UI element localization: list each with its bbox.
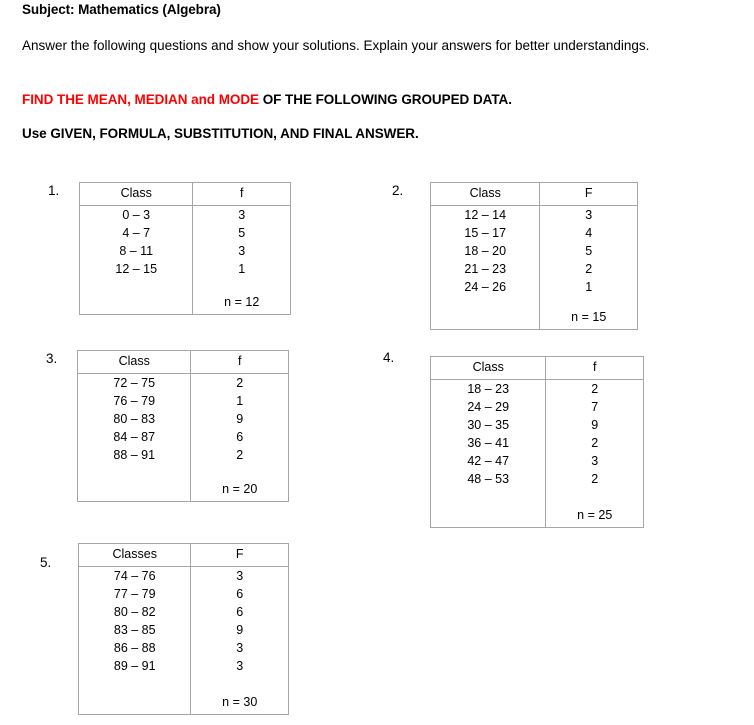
table-3-class-cells: 72 – 75 76 – 79 80 – 83 84 – 87 88 – 91 xyxy=(78,374,190,501)
table-5-header-class: Classes xyxy=(79,544,191,567)
table-row: 6 xyxy=(236,429,244,444)
table-row: 21 – 23 xyxy=(464,261,507,276)
subject-heading: Subject: Mathematics (Algebra) xyxy=(22,2,221,17)
table-row: 76 – 79 xyxy=(113,393,156,408)
table-row: 42 – 47 xyxy=(467,453,510,468)
table-2-freq-cells: 3 4 5 2 1 n = 15 xyxy=(540,206,637,329)
table-row: 5 xyxy=(585,243,593,258)
table-row: 4 – 7 xyxy=(122,225,151,240)
table-row: 0 – 3 xyxy=(122,207,151,222)
table-row: 80 – 83 xyxy=(113,411,156,426)
table-row: 9 xyxy=(236,622,244,637)
table-row: 5 xyxy=(238,225,246,240)
table-row: 9 xyxy=(591,417,599,432)
table-row: 88 – 91 xyxy=(113,447,156,462)
table-row: 74 – 76 xyxy=(113,568,156,583)
table-1-header-freq: f xyxy=(193,183,290,206)
question-number-1: 1. xyxy=(48,183,60,198)
table-4-header-freq: f xyxy=(546,357,643,380)
find-directive-highlight: FIND THE MEAN, MEDIAN and MODE xyxy=(22,92,259,107)
table-row: 3 xyxy=(236,640,244,655)
table-2-header-class: Class xyxy=(431,183,540,206)
table-4-header-class: Class xyxy=(431,357,546,380)
table-row: 48 – 53 xyxy=(467,471,510,486)
use-directive: Use GIVEN, FORMULA, SUBSTITUTION, AND FI… xyxy=(22,126,419,141)
table-1-freq-cells: 3 5 3 1 n = 12 xyxy=(193,206,290,314)
table-3-freq-cells: 2 1 9 6 2 n = 20 xyxy=(191,374,288,501)
table-1-class-cells: 0 – 3 4 – 7 8 – 11 12 – 15 xyxy=(80,206,192,314)
table-row: 36 – 41 xyxy=(467,435,510,450)
table-row: 80 – 82 xyxy=(113,604,156,619)
table-5-header-freq: F xyxy=(191,544,288,567)
table-row: 3 xyxy=(238,243,246,258)
worksheet-page: Subject: Mathematics (Algebra) Answer th… xyxy=(0,0,754,725)
question-number-3: 3. xyxy=(46,351,58,366)
table-row: 18 – 23 xyxy=(467,381,510,396)
table-row: 2 xyxy=(591,435,599,450)
table-5-class-cells: 74 – 76 77 – 79 80 – 82 83 – 85 86 – 88 … xyxy=(79,567,190,714)
table-row: 24 – 26 xyxy=(464,279,507,294)
instructions-paragraph: Answer the following questions and show … xyxy=(22,38,650,53)
frequency-table-5: Classes 74 – 76 77 – 79 80 – 82 83 – 85 … xyxy=(78,543,289,715)
table-row: 18 – 20 xyxy=(464,243,507,258)
table-row: 3 xyxy=(238,207,246,222)
table-row: 89 – 91 xyxy=(113,658,156,673)
question-number-5: 5. xyxy=(40,555,52,570)
table-row: 1 xyxy=(585,279,593,294)
frequency-table-1: Class 0 – 3 4 – 7 8 – 11 12 – 15 f 3 5 3… xyxy=(79,182,291,315)
table-row: 2 xyxy=(591,381,599,396)
table-2-class-cells: 12 – 14 15 – 17 18 – 20 21 – 23 24 – 26 xyxy=(431,206,539,329)
table-row: 1 xyxy=(236,393,244,408)
table-1-header-class: Class xyxy=(80,183,193,206)
table-row: 2 xyxy=(236,375,244,390)
question-number-2: 2. xyxy=(392,183,404,198)
table-row: 1 xyxy=(238,261,246,276)
find-directive-rest: OF THE FOLLOWING GROUPED DATA. xyxy=(259,92,512,107)
table-1-total: n = 12 xyxy=(224,295,260,309)
table-3-total: n = 20 xyxy=(222,482,258,496)
frequency-table-4: Class 18 – 23 24 – 29 30 – 35 36 – 41 42… xyxy=(430,356,644,528)
table-row: 72 – 75 xyxy=(113,375,156,390)
table-row: 3 xyxy=(585,207,593,222)
question-number-4: 4. xyxy=(383,350,395,365)
table-row: 9 xyxy=(236,411,244,426)
table-row: 2 xyxy=(591,471,599,486)
table-row: 7 xyxy=(591,399,599,414)
table-4-total: n = 25 xyxy=(577,508,613,522)
table-row: 6 xyxy=(236,604,244,619)
find-directive: FIND THE MEAN, MEDIAN and MODE OF THE FO… xyxy=(22,92,512,107)
table-row: 12 – 15 xyxy=(115,261,158,276)
table-5-freq-cells: 3 6 6 9 3 3 n = 30 xyxy=(191,567,288,714)
table-3-header-class: Class xyxy=(78,351,191,374)
table-row: 24 – 29 xyxy=(467,399,510,414)
table-row: 2 xyxy=(236,447,244,462)
frequency-table-2: Class 12 – 14 15 – 17 18 – 20 21 – 23 24… xyxy=(430,182,638,330)
table-row: 12 – 14 xyxy=(464,207,507,222)
table-row: 6 xyxy=(236,586,244,601)
table-row: 3 xyxy=(591,453,599,468)
table-row: 77 – 79 xyxy=(113,586,156,601)
table-2-total: n = 15 xyxy=(571,310,607,324)
table-row: 83 – 85 xyxy=(113,622,156,637)
table-row: 8 – 11 xyxy=(119,243,154,258)
table-2-header-freq: F xyxy=(540,183,637,206)
table-row: 4 xyxy=(585,225,593,240)
table-row: 15 – 17 xyxy=(464,225,507,240)
table-row: 30 – 35 xyxy=(467,417,510,432)
table-row: 3 xyxy=(236,568,244,583)
table-5-total: n = 30 xyxy=(222,695,258,709)
table-3-header-freq: f xyxy=(191,351,288,374)
table-row: 3 xyxy=(236,658,244,673)
table-row: 86 – 88 xyxy=(113,640,156,655)
table-row: 2 xyxy=(585,261,593,276)
table-row: 84 – 87 xyxy=(113,429,156,444)
table-4-freq-cells: 2 7 9 2 3 2 n = 25 xyxy=(546,380,643,527)
table-4-class-cells: 18 – 23 24 – 29 30 – 35 36 – 41 42 – 47 … xyxy=(431,380,545,527)
frequency-table-3: Class 72 – 75 76 – 79 80 – 83 84 – 87 88… xyxy=(77,350,289,502)
